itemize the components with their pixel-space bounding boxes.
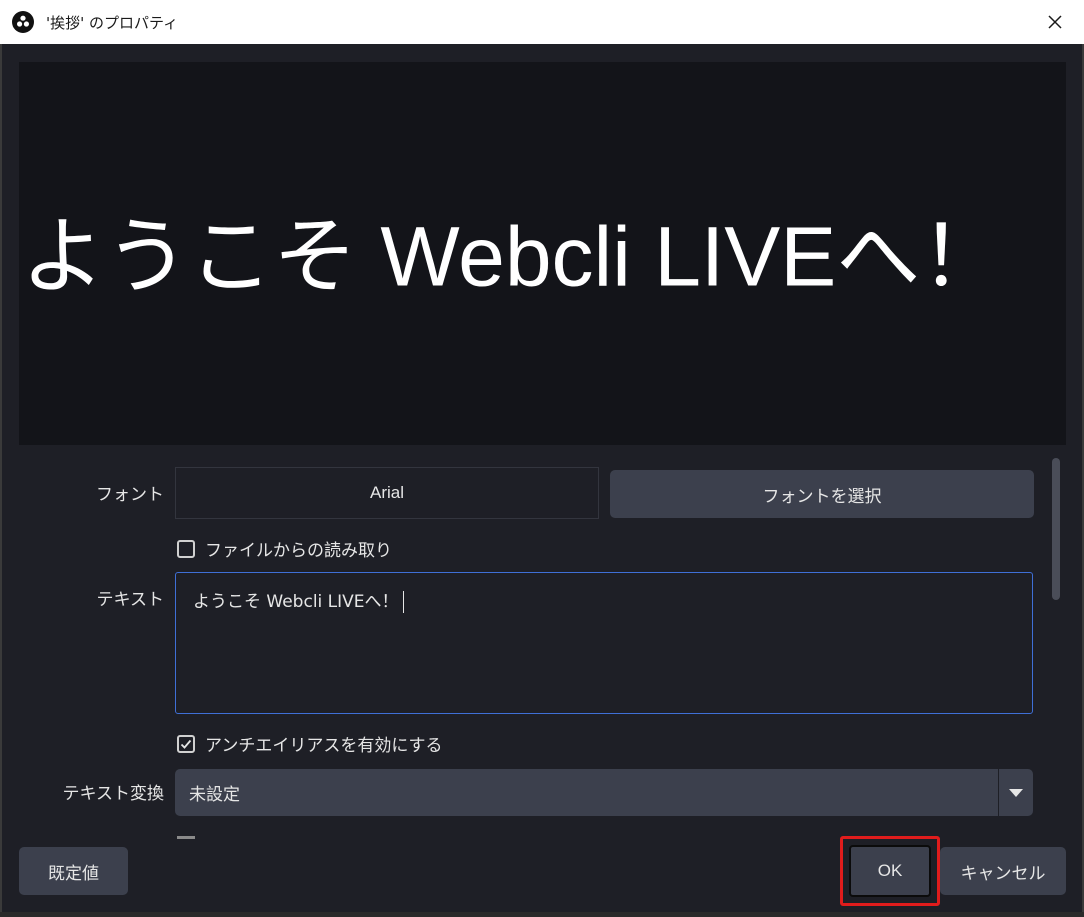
window-bottom-edge <box>0 912 1084 917</box>
font-label: フォント <box>96 485 164 505</box>
defaults-button[interactable]: 既定値 <box>19 847 128 895</box>
text-transform-value: 未設定 <box>189 785 240 805</box>
text-transform-label: テキスト変換 <box>62 784 165 804</box>
scrollbar[interactable] <box>1049 455 1063 835</box>
text-input-value: ようこそ Webcli LIVEへ！ <box>193 592 399 612</box>
text-input[interactable]: ようこそ Webcli LIVEへ！ <box>175 572 1033 714</box>
text-transform-select[interactable]: 未設定 <box>175 769 1033 816</box>
text-preview: ようこそ Webcli LIVEへ！ <box>19 62 1066 445</box>
partial-checkbox <box>177 836 195 839</box>
cancel-button[interactable]: キャンセル <box>940 847 1066 895</box>
obs-icon <box>12 11 34 33</box>
window-title: '挨拶' のプロパティ <box>46 14 179 32</box>
chevron-down-icon[interactable] <box>999 769 1033 816</box>
close-icon <box>1048 15 1062 29</box>
read-from-file-checkbox[interactable] <box>177 539 195 558</box>
preview-text: ようこそ Webcli LIVEへ！ <box>21 209 1005 304</box>
antialias-option[interactable]: アンチエイリアスを有効にする <box>177 731 443 756</box>
select-font-button[interactable]: フォントを選択 <box>610 470 1034 518</box>
text-caret <box>402 591 405 613</box>
antialias-label: アンチエイリアスを有効にする <box>205 736 443 756</box>
read-from-file-label: ファイルからの読み取り <box>205 541 392 561</box>
ok-button[interactable]: OK <box>849 845 931 897</box>
checkmark-icon <box>180 739 192 749</box>
antialias-checkbox[interactable] <box>177 734 195 753</box>
scrollbar-thumb[interactable] <box>1052 458 1060 600</box>
window-titlebar: '挨拶' のプロパティ <box>0 0 1084 44</box>
font-value-display: Arial <box>175 467 599 519</box>
window-frame-left <box>0 44 2 917</box>
close-button[interactable] <box>1026 0 1084 44</box>
read-from-file-option[interactable]: ファイルからの読み取り <box>177 536 392 561</box>
text-label: テキスト <box>96 590 165 610</box>
